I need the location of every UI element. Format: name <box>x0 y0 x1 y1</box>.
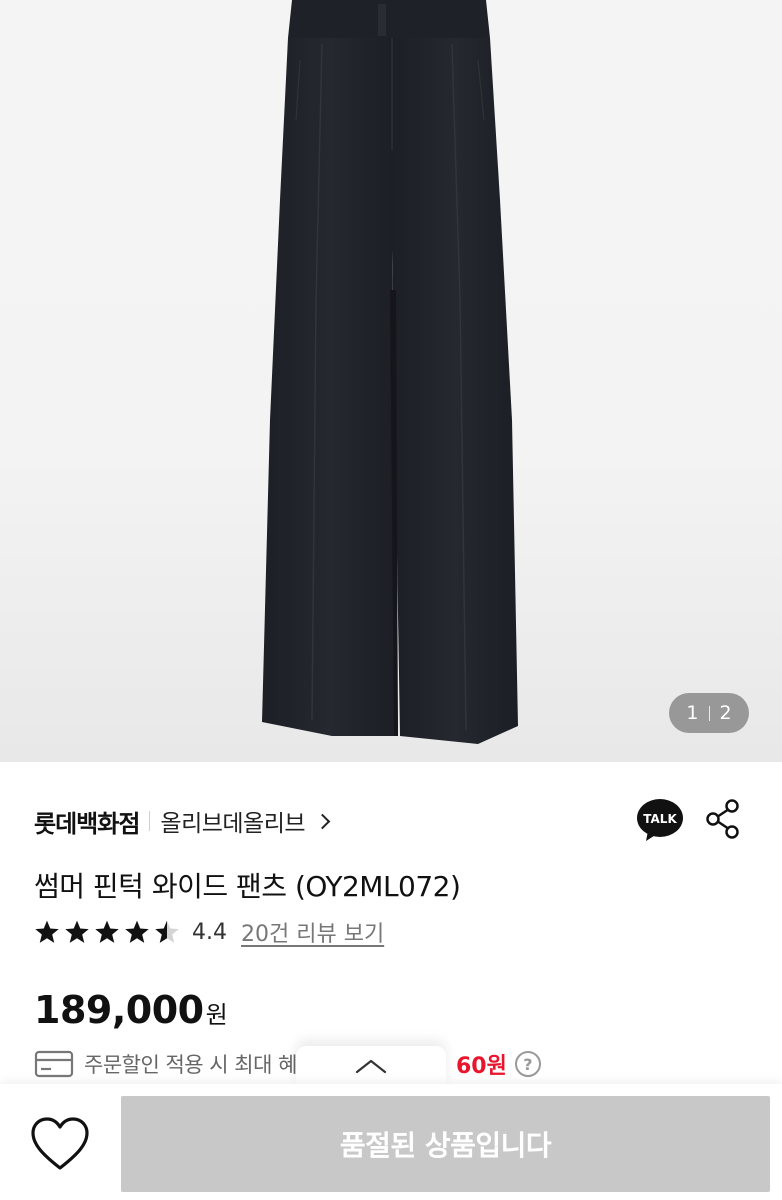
image-counter-divider <box>708 705 710 721</box>
star-icon <box>35 920 59 943</box>
brand-divider <box>149 811 151 831</box>
product-image-pants <box>262 0 518 744</box>
star-icon <box>95 920 119 943</box>
brand-name: 롯데백화점 <box>34 809 140 838</box>
rating-stars <box>34 919 180 945</box>
credit-card-icon <box>34 1050 74 1078</box>
rating-value: 4.4 <box>192 919 227 945</box>
image-counter: 1 2 <box>669 693 749 733</box>
benefit-text: 주문할인 적용 시 최대 혜 <box>84 1053 297 1077</box>
star-icon <box>65 920 89 943</box>
star-half-icon <box>155 920 179 943</box>
image-counter-total: 2 <box>719 702 732 724</box>
kakao-talk-icon[interactable]: TALK <box>636 798 684 842</box>
help-icon[interactable]: ? <box>514 1051 541 1077</box>
benefit-amount: 60원 <box>456 1054 507 1079</box>
star-icon <box>125 920 149 943</box>
chevron-up-icon <box>355 1059 387 1074</box>
share-icon[interactable] <box>704 799 742 839</box>
bottom-action-bar: 품절된 상품입니다 <box>0 1084 782 1200</box>
soldout-button[interactable]: 품절된 상품입니다 <box>121 1096 770 1192</box>
heart-icon[interactable] <box>28 1116 92 1172</box>
talk-icon-label: TALK <box>643 812 677 826</box>
price: 189,000 <box>34 988 204 1032</box>
product-image-gallery[interactable]: 1 2 <box>0 0 782 762</box>
price-currency: 원 <box>205 1001 228 1029</box>
brand-row: 롯데백화점 올리브데올리브 <box>34 803 331 839</box>
rating-row: 4.4 20건 리뷰 보기 <box>34 915 384 949</box>
price-row: 189,000 원 <box>34 988 228 1032</box>
shop-link[interactable]: 올리브데올리브 <box>160 804 331 838</box>
review-link[interactable]: 20건 리뷰 보기 <box>241 916 384 948</box>
chevron-right-icon <box>314 813 331 829</box>
benefit-amount-group: 60원 ? <box>456 1046 541 1082</box>
image-counter-current: 1 <box>686 702 699 724</box>
shop-name: 올리브데올리브 <box>160 811 306 837</box>
product-title: 썸머 핀턱 와이드 팬츠 (OY2ML072) <box>34 870 461 903</box>
collapse-toggle-button[interactable] <box>296 1046 446 1086</box>
